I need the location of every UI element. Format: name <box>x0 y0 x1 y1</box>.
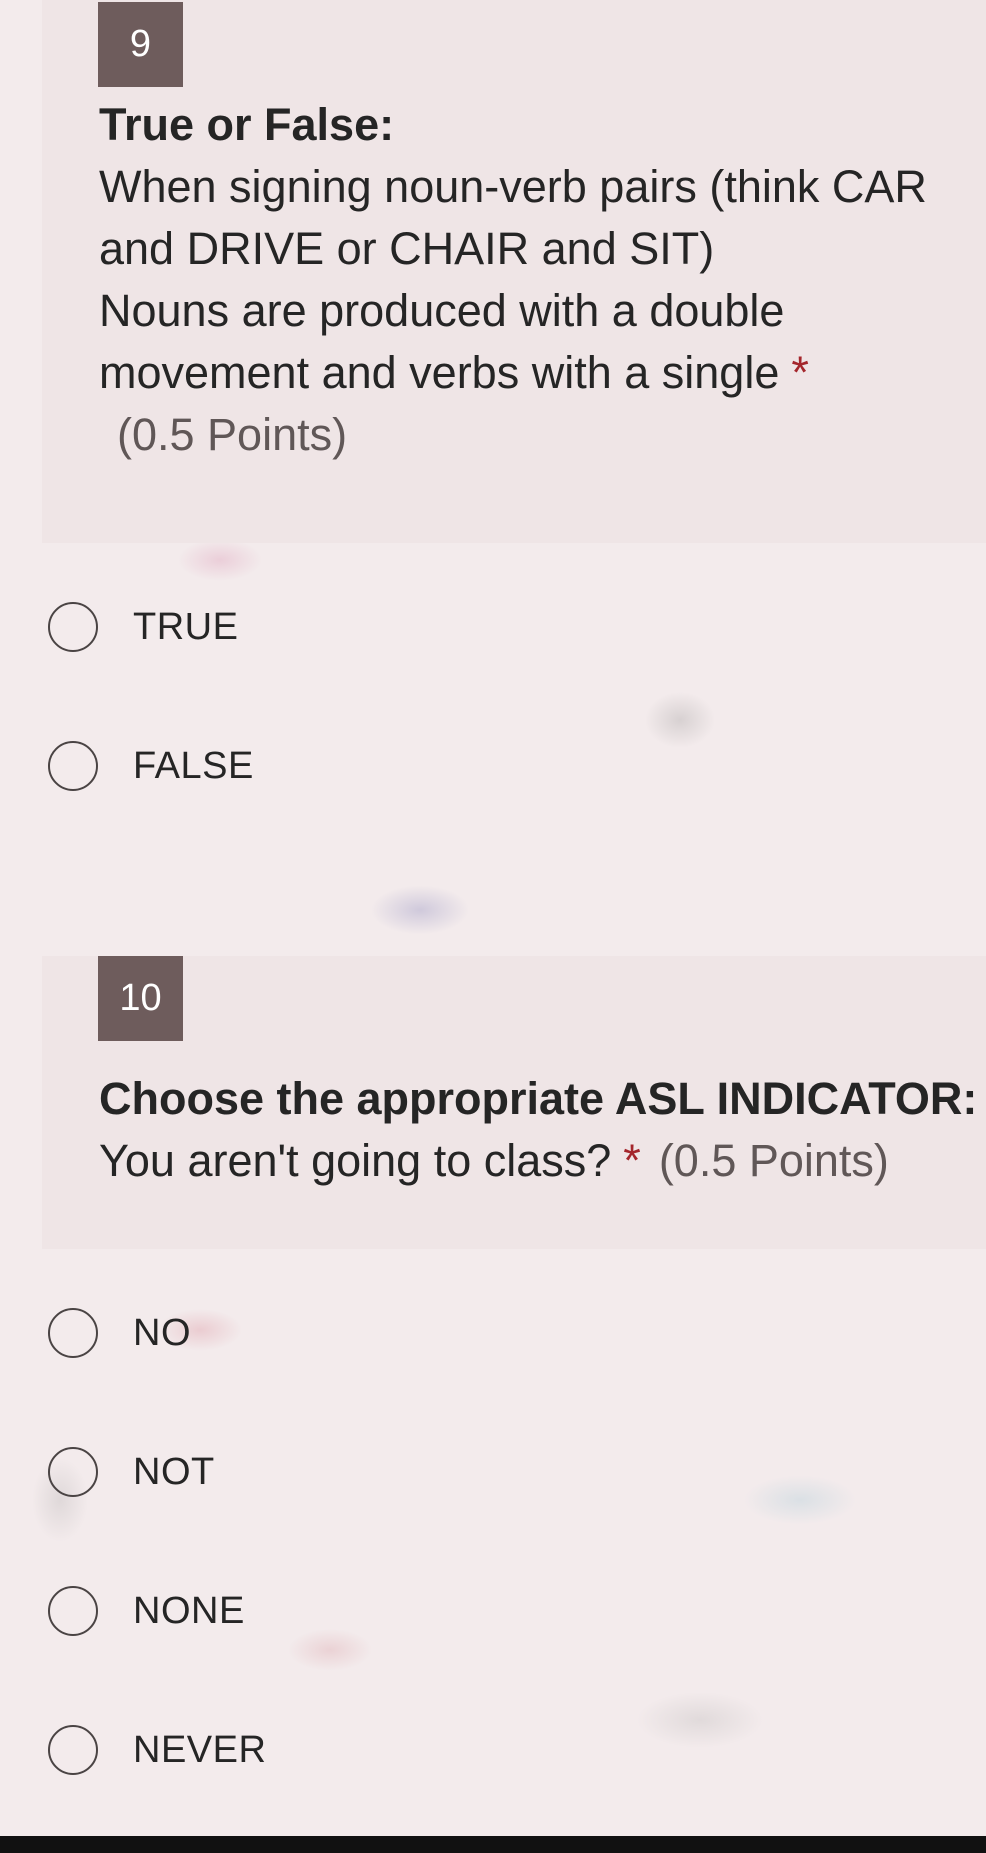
radio-button[interactable] <box>48 1447 98 1497</box>
required-asterisk: * <box>623 1135 641 1186</box>
points-line: (0.5 Points) <box>99 404 986 466</box>
option-false[interactable]: FALSE <box>48 736 254 796</box>
question-line: movement and verbs with a single * <box>99 347 809 398</box>
option-label: NO <box>133 1311 191 1354</box>
question-number-badge: 10 <box>98 956 183 1041</box>
required-asterisk: * <box>791 347 809 398</box>
option-not[interactable]: NOT <box>48 1442 215 1502</box>
radio-button[interactable] <box>48 1725 98 1775</box>
option-none[interactable]: NONE <box>48 1581 245 1641</box>
question-9-text: True or False: When signing noun-verb pa… <box>99 94 986 466</box>
question-title: True or False: <box>99 99 395 150</box>
question-points: (0.5 Points) <box>117 409 348 460</box>
option-label: NONE <box>133 1589 245 1632</box>
radio-button[interactable] <box>48 741 98 791</box>
option-never[interactable]: NEVER <box>48 1720 266 1780</box>
question-number-badge: 9 <box>98 2 183 87</box>
question-points: (0.5 Points) <box>658 1135 889 1186</box>
question-line: and DRIVE or CHAIR and SIT) <box>99 223 715 274</box>
radio-button[interactable] <box>48 602 98 652</box>
question-10-text: Choose the appropriate ASL INDICATOR: Yo… <box>99 1068 986 1192</box>
option-label: FALSE <box>133 744 254 787</box>
question-line: Nouns are produced with a double <box>99 285 785 336</box>
question-line: When signing noun-verb pairs (think CAR <box>99 161 927 212</box>
option-true[interactable]: TRUE <box>48 597 238 657</box>
option-label: NEVER <box>133 1728 267 1771</box>
option-label: TRUE <box>133 605 239 648</box>
option-no[interactable]: NO <box>48 1303 191 1363</box>
question-line: You aren't going to class? * (0.5 Points) <box>99 1135 889 1186</box>
radio-button[interactable] <box>48 1586 98 1636</box>
radio-button[interactable] <box>48 1308 98 1358</box>
bottom-edge-bar <box>0 1836 986 1853</box>
option-label: NOT <box>133 1450 215 1493</box>
question-title: Choose the appropriate ASL INDICATOR: <box>99 1073 978 1124</box>
